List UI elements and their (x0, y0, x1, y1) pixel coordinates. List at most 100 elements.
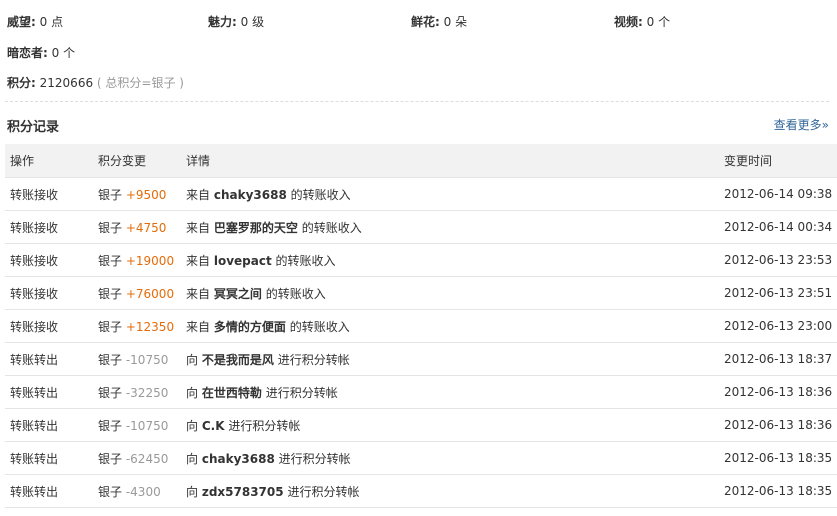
cell-time: 2012-06-13 18:36 (719, 408, 837, 442)
currency-label: 银子 (98, 286, 123, 301)
table-row: 转账转出 银子 -4300 向 zdx5783705 进行积分转帐 2012-06-1… (5, 474, 837, 508)
user-link[interactable]: zdx5783705 (202, 485, 284, 499)
points-record-table: 操作 积分变更 详情 变更时间 转账接收 银子 +9500 来自 chaky3688… (5, 144, 837, 508)
header-time: 变更时间 (719, 144, 837, 178)
stat-value: 0 朵 (443, 15, 468, 29)
table-header-row: 操作 积分变更 详情 变更时间 (5, 144, 837, 178)
detail-prefix: 来自 (186, 319, 211, 334)
profile-stats: 威望: 0 点 魅力: 0 级 鲜花: 0 朵 视频: 0 个 暗恋者: 0 个… (0, 0, 837, 102)
cell-time: 2012-06-13 18:36 (719, 375, 837, 409)
user-link[interactable]: chaky3688 (214, 188, 287, 202)
cell-change: 银子 +9500 (93, 177, 181, 211)
cell-detail: 来自 多情的方便面 的转账收入 (181, 309, 719, 343)
cell-op: 转账接收 (5, 243, 93, 277)
table-row: 转账转出 银子 -10750 向 不是我而是风 进行积分转帐 2012-06-13 1… (5, 342, 837, 376)
cell-time: 2012-06-13 23:53 (719, 243, 837, 277)
cell-detail: 向 zdx5783705 进行积分转帐 (181, 474, 719, 508)
user-link[interactable]: 在世西特勒 (202, 386, 262, 400)
stat-note: ( 总积分=银子 ) (96, 76, 184, 90)
cell-change: 银子 +76000 (93, 276, 181, 310)
detail-prefix: 向 (186, 385, 199, 400)
section-title: 积分记录 (7, 120, 60, 135)
stat-value: 0 个 (51, 46, 76, 60)
cell-time: 2012-06-13 23:00 (719, 309, 837, 343)
stat-label: 威望: (7, 15, 36, 29)
table-row: 转账转出 银子 -10750 向 C.K 进行积分转帐 2012-06-13 18:3… (5, 408, 837, 442)
stat-shipin: 视频: 0 个 (614, 13, 670, 30)
stat-xianhua: 鲜花: 0 朵 (411, 13, 467, 30)
cell-change: 银子 +12350 (93, 309, 181, 343)
detail-prefix: 向 (186, 451, 199, 466)
cell-op: 转账接收 (5, 210, 93, 244)
cell-detail: 来自 巴塞罗那的天空 的转账收入 (181, 210, 719, 244)
detail-prefix: 来自 (186, 187, 211, 202)
cell-op: 转账转出 (5, 441, 93, 475)
view-more-link[interactable]: 查看更多» (774, 116, 829, 133)
detail-prefix: 向 (186, 418, 199, 433)
cell-time: 2012-06-13 18:35 (719, 441, 837, 475)
detail-suffix: 的转账收入 (301, 220, 362, 235)
user-link[interactable]: 不是我而是风 (202, 353, 274, 367)
amount-value: +12350 (125, 319, 175, 334)
stat-jifen: 积分: 2120666 ( 总积分=银子 ) (7, 74, 184, 91)
header-op: 操作 (5, 144, 93, 178)
cell-change: 银子 +4750 (93, 210, 181, 244)
currency-label: 银子 (98, 319, 123, 334)
stat-value: 0 级 (240, 15, 265, 29)
cell-op: 转账转出 (5, 375, 93, 409)
header-detail: 详情 (181, 144, 719, 178)
cell-change: 银子 +19000 (93, 243, 181, 277)
currency-label: 银子 (98, 484, 123, 499)
cell-detail: 来自 lovepact 的转账收入 (181, 243, 719, 277)
cell-op: 转账转出 (5, 342, 93, 376)
detail-suffix: 的转账收入 (275, 253, 336, 268)
user-link[interactable]: lovepact (214, 254, 272, 268)
stat-meili: 魅力: 0 级 (208, 13, 264, 30)
detail-suffix: 进行积分转帐 (278, 451, 351, 466)
detail-prefix: 来自 (186, 253, 211, 268)
stat-anlian: 暗恋者: 0 个 (7, 44, 75, 61)
detail-suffix: 进行积分转帐 (277, 352, 350, 367)
cell-op: 转账转出 (5, 408, 93, 442)
detail-suffix: 进行积分转帐 (287, 484, 360, 499)
user-link[interactable]: 多情的方便面 (214, 320, 286, 334)
cell-change: 银子 -10750 (93, 342, 181, 376)
amount-value: +19000 (125, 253, 175, 268)
table-row: 转账接收 银子 +4750 来自 巴塞罗那的天空 的转账收入 2012-06-14 0… (5, 210, 837, 244)
cell-detail: 来自 chaky3688 的转账收入 (181, 177, 719, 211)
cell-change: 银子 -4300 (93, 474, 181, 508)
section-header: 积分记录 查看更多» (0, 114, 837, 136)
cell-op: 转账转出 (5, 474, 93, 508)
stat-label: 暗恋者: (7, 46, 48, 60)
table-row: 转账接收 银子 +76000 来自 冥冥之间 的转账收入 2012-06-13 23:… (5, 276, 837, 310)
amount-value: +9500 (125, 187, 167, 202)
stat-label: 积分: (7, 76, 36, 90)
stat-value: 0 点 (39, 15, 64, 29)
stat-value: 0 个 (646, 15, 671, 29)
cell-detail: 来自 冥冥之间 的转账收入 (181, 276, 719, 310)
amount-value: -32250 (125, 385, 169, 400)
currency-label: 银子 (98, 187, 123, 202)
header-change: 积分变更 (93, 144, 181, 178)
user-link[interactable]: 巴塞罗那的天空 (214, 221, 298, 235)
amount-value: -10750 (125, 418, 169, 433)
user-link[interactable]: 冥冥之间 (214, 287, 262, 301)
table-row: 转账接收 银子 +19000 来自 lovepact 的转账收入 2012-06-13… (5, 243, 837, 277)
cell-detail: 向 不是我而是风 进行积分转帐 (181, 342, 719, 376)
cell-time: 2012-06-13 18:35 (719, 474, 837, 508)
cell-change: 银子 -62450 (93, 441, 181, 475)
table-row: 转账接收 银子 +12350 来自 多情的方便面 的转账收入 2012-06-13 2… (5, 309, 837, 343)
table-row: 转账转出 银子 -62450 向 chaky3688 进行积分转帐 2012-06-1… (5, 441, 837, 475)
user-link[interactable]: chaky3688 (202, 452, 275, 466)
detail-prefix: 来自 (186, 220, 211, 235)
amount-value: -62450 (125, 451, 169, 466)
cell-change: 银子 -10750 (93, 408, 181, 442)
detail-suffix: 的转账收入 (289, 319, 350, 334)
table-row: 转账接收 银子 +9500 来自 chaky3688 的转账收入 2012-06-14… (5, 177, 837, 211)
stat-label: 魅力: (208, 15, 237, 29)
user-link[interactable]: C.K (202, 419, 225, 433)
amount-value: -4300 (125, 484, 161, 499)
detail-prefix: 向 (186, 352, 199, 367)
currency-label: 银子 (98, 385, 123, 400)
cell-time: 2012-06-13 23:51 (719, 276, 837, 310)
